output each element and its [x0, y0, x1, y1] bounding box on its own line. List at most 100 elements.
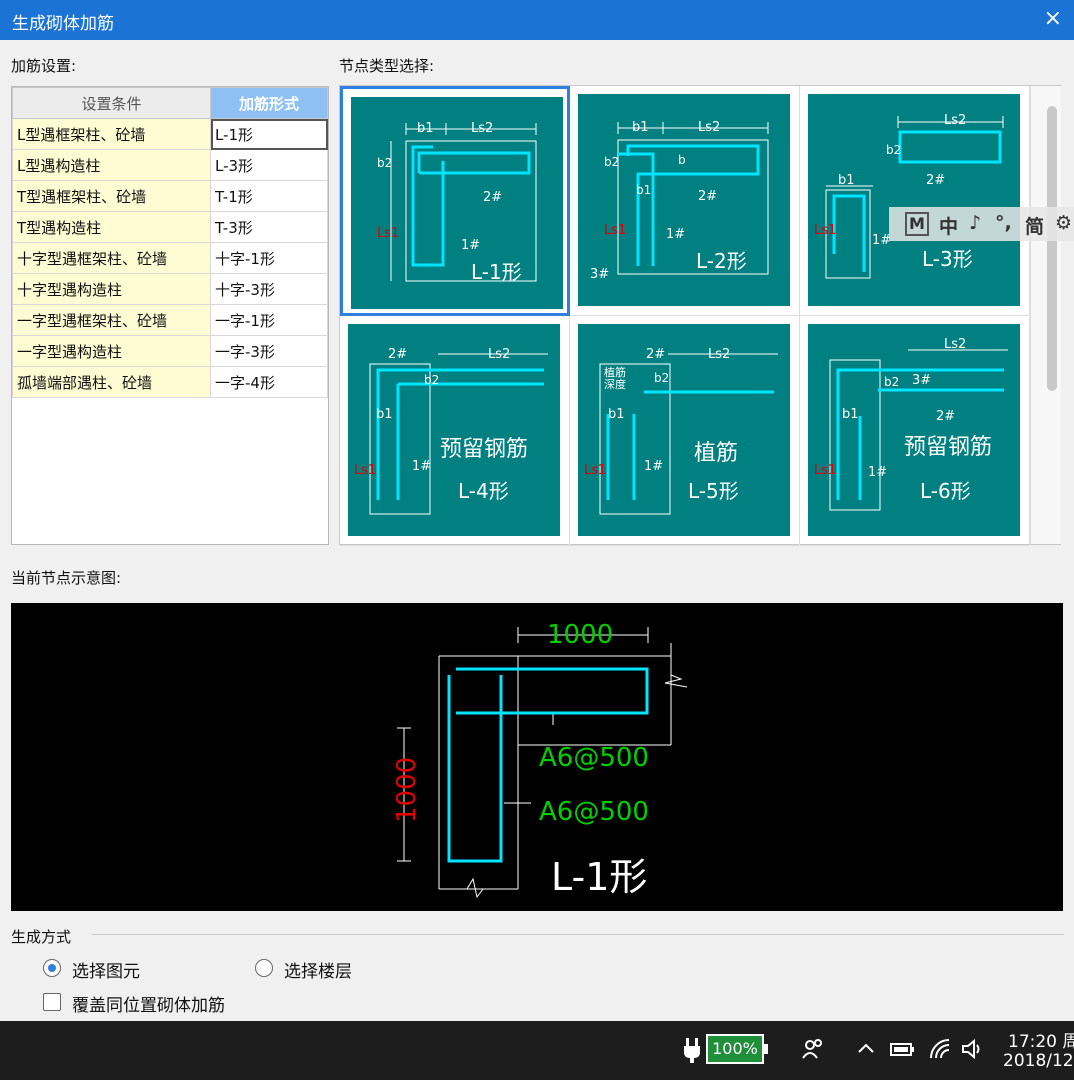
bar-label: 2#: [926, 173, 945, 188]
form-cell[interactable]: T-1形: [210, 180, 328, 212]
close-icon[interactable]: ×: [1044, 6, 1062, 31]
condition-cell[interactable]: 一字型遇构造柱: [12, 335, 211, 367]
dim-label: Ls2: [698, 120, 720, 135]
dim-label: Ls2: [708, 347, 730, 362]
dim-label: Ls1: [584, 463, 606, 478]
table-row[interactable]: 孤墙端部遇柱、砼墙 一字-4形: [12, 366, 328, 398]
dim-label: Ls1: [377, 226, 399, 241]
note-label: 深度: [604, 377, 626, 391]
taskbar: 100% 17:20 周 2018/12: [0, 1021, 1074, 1080]
select-elements-radio[interactable]: [43, 959, 61, 977]
condition-cell[interactable]: 十字型遇构造柱: [12, 273, 211, 305]
form-cell[interactable]: 一字-1形: [210, 304, 328, 336]
scrollbar-thumb[interactable]: [1047, 106, 1057, 391]
table-row[interactable]: T型遇构造柱 T-3形: [12, 211, 328, 243]
dim-label: Ls1: [814, 223, 836, 238]
select-floor-radio[interactable]: [255, 959, 273, 977]
ime-chinese-icon[interactable]: 中: [939, 212, 958, 239]
node-diagram-l4: 2# Ls2 b2 b1 Ls1 1# 预留钢筋 L-4形: [348, 324, 560, 536]
bar-label: 1#: [644, 459, 663, 474]
battery-indicator[interactable]: 100%: [706, 1034, 768, 1064]
dim-label: b1: [376, 407, 393, 422]
people-icon[interactable]: [800, 1036, 826, 1062]
table-row[interactable]: 十字型遇框架柱、砼墙 十字-1形: [12, 242, 328, 274]
header-condition[interactable]: 设置条件: [12, 87, 211, 119]
node-card-l2[interactable]: b1 Ls2 b2 Ls1 b b1 2# 1# 3# L-2形: [570, 86, 800, 316]
node-card-l6[interactable]: Ls2 b2 b1 Ls1 3# 2# 1# 预留钢筋 L-6形: [800, 316, 1030, 546]
ime-simplified-icon[interactable]: 简: [1025, 212, 1044, 239]
wifi-icon[interactable]: [928, 1036, 952, 1062]
form-cell[interactable]: 一字-3形: [210, 335, 328, 367]
dim-label: b2: [424, 373, 439, 387]
bar-label: 3#: [912, 373, 931, 388]
power-plug-icon[interactable]: [682, 1036, 702, 1064]
bar-label: 3#: [590, 267, 609, 282]
header-form[interactable]: 加筋形式: [210, 87, 328, 119]
chevron-up-icon[interactable]: [856, 1036, 876, 1062]
table-row[interactable]: 十字型遇构造柱 十字-3形: [12, 273, 328, 305]
clock-time[interactable]: 17:20 周: [1008, 1027, 1074, 1052]
bar-label: 1#: [412, 459, 431, 474]
node-name: L-3形: [922, 247, 973, 271]
form-cell[interactable]: T-3形: [210, 211, 328, 243]
condition-cell[interactable]: T型遇构造柱: [12, 211, 211, 243]
dim-label: Ls2: [944, 337, 966, 352]
node-card-l5[interactable]: 2# Ls2 植筋 深度 b2 b1 Ls1 1# 植筋 L-5形: [570, 316, 800, 546]
form-cell[interactable]: L-1形: [210, 118, 328, 150]
node-card-l1[interactable]: b1 Ls2 b2 Ls1 2# 1# L-1形: [340, 86, 570, 316]
form-cell[interactable]: 十字-3形: [210, 273, 328, 305]
clock-date[interactable]: 2018/12: [1003, 1051, 1074, 1071]
ime-mode-icon[interactable]: M: [905, 212, 929, 236]
node-card-l3[interactable]: Ls2 b2 b1 Ls1 2# 1# L-3形: [800, 86, 1030, 316]
dim-label: b1: [632, 120, 649, 135]
dim-top-value: 1000: [547, 620, 613, 650]
ime-voice-icon[interactable]: ♪: [969, 212, 981, 234]
dim-label: b1: [608, 407, 625, 422]
condition-cell[interactable]: T型遇框架柱、砼墙: [12, 180, 211, 212]
select-elements-label[interactable]: 选择图元: [72, 957, 140, 982]
preview-label: 当前节点示意图:: [11, 569, 122, 587]
form-cell[interactable]: 十字-1形: [210, 242, 328, 274]
node-caption: 预留钢筋: [440, 437, 528, 462]
gallery-scrollbar[interactable]: [1030, 86, 1061, 544]
node-caption: 植筋: [694, 441, 738, 466]
condition-cell[interactable]: 孤墙端部遇柱、砼墙: [12, 366, 211, 398]
table-row[interactable]: L型遇构造柱 L-3形: [12, 149, 328, 181]
dim-label: Ls1: [604, 223, 626, 238]
select-floor-label[interactable]: 选择楼层: [284, 957, 352, 982]
battery-tray-icon[interactable]: [888, 1036, 916, 1062]
node-name: L-1形: [471, 260, 522, 284]
node-diagram-l2: b1 Ls2 b2 Ls1 b b1 2# 1# 3# L-2形: [578, 94, 790, 306]
ime-punct-icon[interactable]: °,: [995, 212, 1012, 234]
note-label: 植筋: [604, 365, 626, 379]
node-name: L-5形: [688, 479, 739, 503]
dim-left-value: 1000: [392, 757, 422, 823]
condition-cell[interactable]: 十字型遇框架柱、砼墙: [12, 242, 211, 274]
table-row[interactable]: 一字型遇构造柱 一字-3形: [12, 335, 328, 367]
table-row[interactable]: T型遇框架柱、砼墙 T-1形: [12, 180, 328, 212]
node-types-label: 节点类型选择:: [339, 57, 435, 75]
dim-label: 2#: [388, 347, 407, 362]
condition-cell[interactable]: L型遇框架柱、砼墙: [12, 118, 211, 150]
dim-label: Ls1: [354, 463, 376, 478]
table-row[interactable]: L型遇框架柱、砼墙 L-1形: [12, 118, 328, 150]
ime-toolbar[interactable]: M 中 ♪ °, 简 ⚙: [889, 207, 1074, 241]
dim-label: Ls2: [471, 121, 493, 136]
extra-label: b: [678, 153, 686, 167]
rebar-spec-2: A6@500: [539, 797, 649, 827]
generate-label: 生成方式: [11, 928, 72, 946]
form-cell[interactable]: 一字-4形: [210, 366, 328, 398]
table-row[interactable]: 一字型遇框架柱、砼墙 一字-1形: [12, 304, 328, 336]
preview-diagram: 1000 1000 A6@500 A6@500 L-1形: [392, 620, 688, 899]
overwrite-label[interactable]: 覆盖同位置砌体加筋: [72, 991, 225, 1016]
condition-cell[interactable]: L型遇构造柱: [12, 149, 211, 181]
node-card-l4[interactable]: 2# Ls2 b2 b1 Ls1 1# 预留钢筋 L-4形: [340, 316, 570, 546]
window-title: 生成砌体加筋: [12, 14, 114, 34]
form-cell[interactable]: L-3形: [210, 149, 328, 181]
overwrite-checkbox[interactable]: [43, 993, 61, 1011]
section-divider: [92, 934, 1064, 935]
condition-cell[interactable]: 一字型遇框架柱、砼墙: [12, 304, 211, 336]
volume-icon[interactable]: [960, 1036, 986, 1062]
settings-table: 设置条件 加筋形式 L型遇框架柱、砼墙 L-1形 L型遇构造柱 L-3形 T型遇框架…: [11, 86, 329, 545]
ime-settings-icon[interactable]: ⚙: [1055, 212, 1072, 234]
